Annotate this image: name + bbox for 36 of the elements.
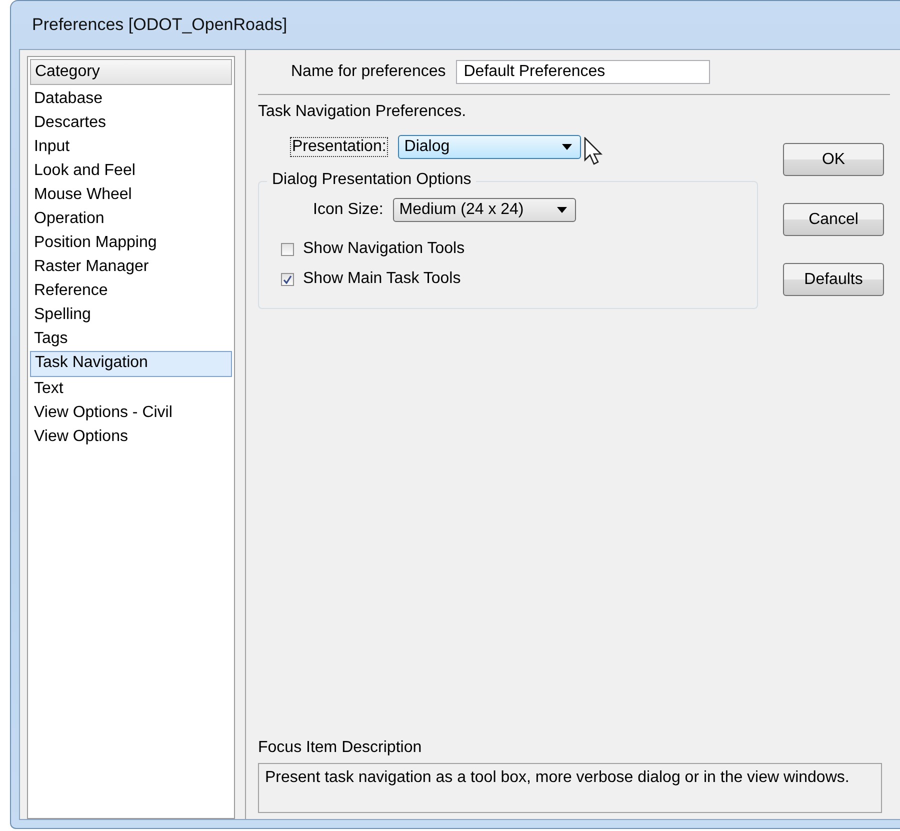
caret-icon bbox=[562, 144, 572, 150]
group-title: Dialog Presentation Options bbox=[267, 171, 476, 189]
category-item[interactable]: Database bbox=[30, 87, 232, 111]
name-field[interactable]: Default Preferences bbox=[456, 60, 710, 84]
checkbox[interactable] bbox=[281, 242, 294, 256]
category-item[interactable]: Look and Feel bbox=[30, 159, 232, 183]
category-item[interactable]: Operation bbox=[30, 207, 232, 231]
category-item[interactable]: Tags bbox=[30, 327, 232, 351]
checkbox-label: Show Main Task Tools bbox=[303, 270, 461, 288]
presentation-dropdown[interactable]: Dialog bbox=[398, 135, 582, 159]
description-text: Present task navigation as a tool box, more verbose dialog or in the view windows. bbox=[258, 763, 882, 813]
field-label: Presentation: bbox=[290, 137, 388, 157]
dialog-button[interactable]: Defaults bbox=[783, 263, 884, 296]
category-item[interactable]: Descartes bbox=[30, 111, 232, 135]
category-item[interactable]: Spelling bbox=[30, 303, 232, 327]
category-item[interactable]: Raster Manager bbox=[30, 255, 232, 279]
category-item[interactable]: Text bbox=[30, 377, 232, 401]
category-item[interactable]: View Options bbox=[30, 425, 232, 449]
category-item[interactable]: Position Mapping bbox=[30, 231, 232, 255]
category-item[interactable]: Mouse Wheel bbox=[30, 183, 232, 207]
dialog-button[interactable]: Cancel bbox=[783, 203, 884, 236]
category-item[interactable]: Input bbox=[30, 135, 232, 159]
checkbox-label: Show Navigation Tools bbox=[303, 240, 465, 258]
category-item[interactable]: Task Navigation bbox=[30, 351, 232, 377]
icon-size-dropdown[interactable]: Medium (24 x 24) bbox=[393, 198, 576, 222]
section-title: Task Navigation Preferences. bbox=[258, 103, 468, 121]
checkbox[interactable] bbox=[281, 272, 294, 286]
caret-icon bbox=[557, 207, 568, 213]
field-label: Name for preferences bbox=[291, 63, 446, 81]
column-header[interactable]: Category bbox=[30, 59, 232, 85]
window-title: Preferences [ODOT_OpenRoads] bbox=[31, 14, 288, 36]
category-item[interactable]: View Options - Civil bbox=[30, 401, 232, 425]
description-label: Focus Item Description bbox=[258, 739, 423, 757]
category-item[interactable]: Reference bbox=[30, 279, 232, 303]
field-label: Icon Size: bbox=[313, 201, 384, 219]
dialog-button[interactable]: OK bbox=[783, 143, 884, 176]
